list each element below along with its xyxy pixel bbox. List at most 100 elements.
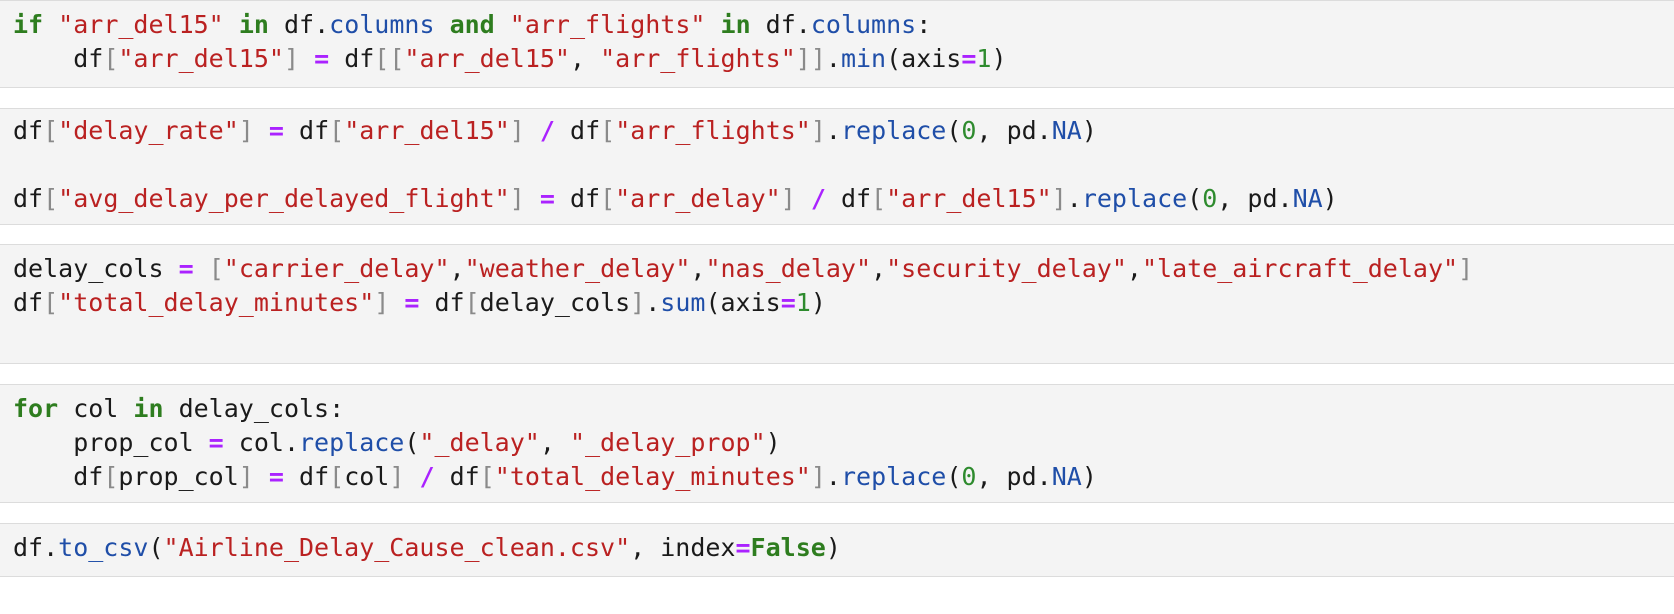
name-token: replace — [299, 428, 405, 457]
code-cell-4[interactable]: for col in delay_cols: prop_col = col.re… — [0, 384, 1674, 503]
code-token: , pd. — [976, 462, 1052, 491]
string-token: "arr_del15" — [58, 10, 224, 39]
string-token: "Airline_Delay_Cause_clean.csv" — [163, 533, 631, 562]
string-token: "arr_flights" — [615, 116, 811, 145]
code-token: col — [58, 394, 134, 423]
code-line: prop_col = col.replace("_delay", "_delay… — [13, 426, 780, 460]
name-token: replace — [840, 462, 947, 491]
code-token: ( — [1187, 184, 1203, 213]
string-token: "_delay" — [419, 428, 540, 457]
string-token: "arr_del15" — [118, 44, 284, 73]
name-token: NA — [1292, 184, 1323, 213]
code-token: . — [1066, 184, 1082, 213]
code-cell-5[interactable]: df.to_csv("Airline_Delay_Cause_clean.csv… — [0, 523, 1674, 577]
bracket-token: ] — [374, 288, 390, 317]
code-line: for col in delay_cols: — [13, 392, 344, 426]
operator-token: = — [539, 184, 555, 213]
code-line: df["delay_rate"] = df["arr_del15"] / df[… — [13, 114, 1097, 148]
operator-token: = — [178, 254, 194, 283]
bracket-token: ] — [780, 184, 796, 213]
bracket-token: [ — [600, 184, 616, 213]
code-token: df. — [750, 10, 811, 39]
operator-token: / — [539, 116, 555, 145]
code-token: df — [554, 116, 601, 145]
name-token: replace — [840, 116, 947, 145]
string-token: "arr_del15" — [886, 184, 1052, 213]
keyword-token: False — [750, 533, 826, 562]
string-token: "total_delay_minutes" — [494, 462, 811, 491]
string-token: "arr_del15" — [344, 116, 510, 145]
code-token: delay_cols — [13, 254, 179, 283]
bracket-token: [ — [871, 184, 887, 213]
code-token: ( — [148, 533, 164, 562]
code-token: col. — [223, 428, 299, 457]
code-token: df — [419, 288, 465, 317]
code-token: . — [825, 462, 841, 491]
operator-token: / — [810, 184, 826, 213]
code-token: (axis — [705, 288, 781, 317]
string-token: "arr_delay" — [615, 184, 781, 213]
operator-token: = — [208, 428, 224, 457]
operator-token: = — [268, 462, 284, 491]
bracket-token: ] — [238, 462, 254, 491]
code-token: df. — [268, 10, 330, 39]
code-line: df["avg_delay_per_delayed_flight"] = df[… — [13, 182, 1338, 216]
code-token: , pd. — [1217, 184, 1293, 213]
string-token: "weather_delay" — [464, 254, 691, 283]
code-token: ) — [810, 288, 826, 317]
name-token: replace — [1081, 184, 1188, 213]
code-cell-1[interactable]: if "arr_del15" in df.columns and "arr_fl… — [0, 0, 1674, 88]
code-token: . — [645, 288, 661, 317]
bracket-token: [ — [329, 462, 345, 491]
code-token: df — [13, 288, 44, 317]
operator-token: = — [780, 288, 796, 317]
number-token: 1 — [976, 44, 992, 73]
code-line: df[prop_col] = df[col] / df["total_delay… — [13, 460, 1097, 494]
code-token: delay_cols — [479, 288, 631, 317]
code-token: ) — [1081, 462, 1097, 491]
bracket-token: ] — [1051, 184, 1067, 213]
code-token: df — [283, 462, 330, 491]
code-token: ( — [946, 462, 962, 491]
bracket-token: ] — [810, 116, 826, 145]
code-token: . — [825, 44, 841, 73]
code-token: delay_cols: — [163, 394, 345, 423]
bracket-token: ] — [238, 116, 254, 145]
code-line: df["total_delay_minutes"] = df[delay_col… — [13, 286, 826, 320]
bracket-token: [ — [103, 44, 119, 73]
code-cell-3[interactable]: delay_cols = ["carrier_delay","weather_d… — [0, 244, 1674, 364]
bracket-token: [ — [208, 254, 224, 283]
code-cell-2[interactable]: df["delay_rate"] = df["arr_del15"] / df[… — [0, 108, 1674, 225]
code-line: if "arr_del15" in df.columns and "arr_fl… — [13, 8, 931, 42]
code-token: ) — [1081, 116, 1097, 145]
bracket-token: [ — [464, 288, 480, 317]
code-token: prop_col — [118, 462, 239, 491]
number-token: 0 — [961, 116, 977, 145]
bracket-token: [ — [329, 116, 345, 145]
name-token: columns — [810, 10, 917, 39]
bracket-token: [ — [103, 462, 119, 491]
code-token: df — [434, 462, 480, 491]
code-token: df — [13, 462, 104, 491]
code-token: col — [344, 462, 390, 491]
string-token: "delay_rate" — [58, 116, 239, 145]
bracket-token: ] — [810, 462, 826, 491]
bracket-token: [ — [600, 116, 616, 145]
number-token: 0 — [1202, 184, 1218, 213]
code-token: , — [539, 428, 570, 457]
string-token: "arr_del15" — [404, 44, 570, 73]
string-token: "total_delay_minutes" — [58, 288, 375, 317]
code-token: (axis — [886, 44, 962, 73]
bracket-token: ]] — [795, 44, 826, 73]
code-line: df.to_csv("Airline_Delay_Cause_clean.csv… — [13, 531, 841, 565]
name-token: to_csv — [58, 533, 149, 562]
bracket-token: [ — [43, 288, 59, 317]
